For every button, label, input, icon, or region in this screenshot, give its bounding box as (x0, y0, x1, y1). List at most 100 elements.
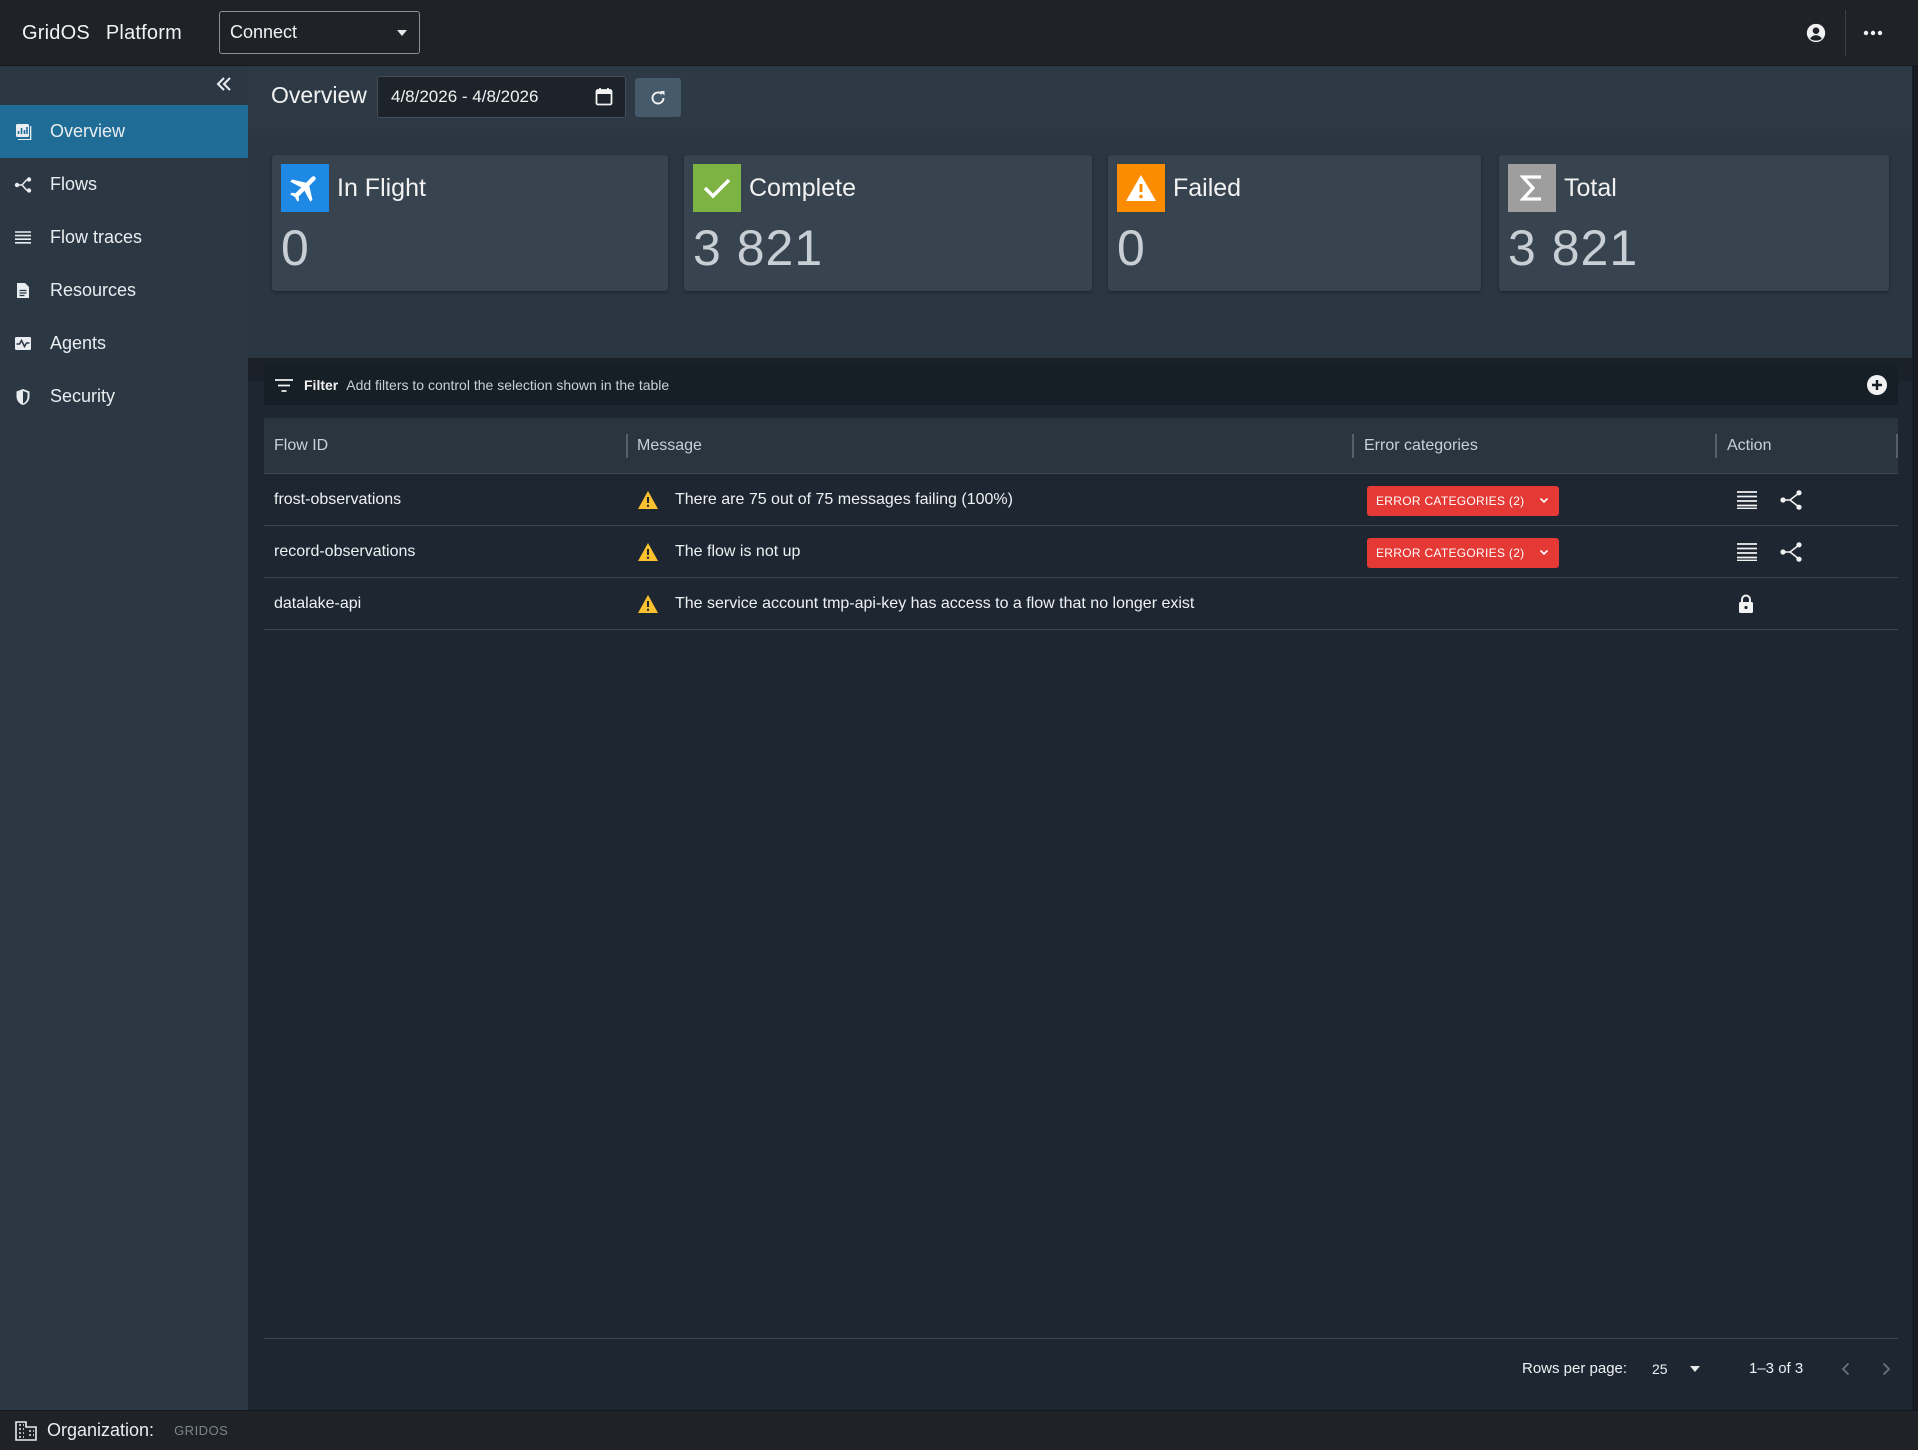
table-row[interactable]: record-observations The flow is not up E… (264, 526, 1898, 578)
overview-toolbar: Overview 4/8/2026 - 4/8/2026 (248, 66, 1912, 129)
sidebar-item-label: Security (50, 386, 116, 406)
flows-table: Flow ID Message Error categories Action … (264, 418, 1898, 630)
toolbar-divider (1845, 10, 1846, 56)
brand-name: GridOS (22, 21, 90, 44)
stat-label: In Flight (337, 174, 426, 202)
list-icon (14, 229, 32, 247)
filter-title: Filter (304, 377, 339, 393)
collapse-sidebar-icon[interactable] (212, 72, 236, 96)
column-header-error-categories[interactable]: Error categories (1364, 418, 1478, 474)
app-selector-value: Connect (230, 22, 298, 42)
view-flow-icon[interactable] (1778, 539, 1804, 565)
brand-suffix: Platform (105, 21, 182, 44)
sidebar-item-label: Flow traces (50, 227, 143, 247)
next-page-icon[interactable] (1872, 1355, 1900, 1383)
chevron-down-icon (1539, 547, 1549, 557)
view-traces-icon[interactable] (1734, 539, 1760, 565)
flow-id-cell[interactable]: datalake-api (274, 578, 361, 630)
app-selector[interactable]: Connect (219, 11, 420, 54)
error-categories-label: ERROR CATEGORIES (2) (1376, 546, 1525, 560)
airplane-icon (281, 164, 329, 212)
column-resizer[interactable] (1352, 434, 1354, 458)
pagination: Rows per page: 25 1–3 of 3 (264, 1339, 1898, 1400)
sidebar-item-label: Flows (50, 174, 98, 194)
flows-icon (14, 176, 32, 194)
table-header: Flow ID Message Error categories Action (264, 418, 1898, 474)
message-text: There are 75 out of 75 messages failing … (675, 491, 1013, 508)
sidebar-item-label: Resources (50, 280, 137, 300)
stat-card-complete[interactable]: Complete 3 821 (684, 155, 1092, 291)
view-traces-icon[interactable] (1734, 487, 1760, 513)
brand[interactable]: GridOS Platform (22, 0, 182, 66)
sidebar-item-overview[interactable]: Overview (0, 105, 248, 158)
dropdown-arrow-icon (1690, 1366, 1700, 1372)
check-icon (693, 164, 741, 212)
sidebar-nav: Overview Flows Flow traces Resources Age… (0, 105, 248, 423)
rows-per-page-label: Rows per page: (1522, 1360, 1628, 1377)
column-resizer[interactable] (626, 434, 628, 458)
calendar-icon[interactable] (595, 87, 613, 106)
organization-value[interactable]: GRIDOS (174, 1423, 228, 1438)
warning-icon (637, 542, 659, 562)
message-cell: The flow is not up (637, 526, 800, 578)
stat-value: 0 (281, 220, 310, 276)
monitor-icon (14, 335, 32, 353)
sidebar-item-security[interactable]: Security (0, 370, 248, 423)
sidebar-item-resources[interactable]: Resources (0, 264, 248, 317)
warning-icon (637, 594, 659, 614)
filter-bar: Filter Add filters to control the select… (264, 365, 1898, 405)
column-resizer[interactable] (1896, 434, 1898, 458)
refresh-button[interactable] (635, 78, 681, 117)
sidebar-item-flow-traces[interactable]: Flow traces (0, 211, 248, 264)
stat-value: 3 821 (1508, 220, 1639, 276)
chevron-down-icon (1539, 495, 1549, 505)
dropdown-arrow-icon (397, 30, 407, 36)
view-flow-icon[interactable] (1778, 487, 1804, 513)
filter-hint: Add filters to control the selection sho… (346, 377, 670, 393)
column-resizer[interactable] (1715, 434, 1717, 458)
filter-icon[interactable] (274, 375, 294, 395)
lock-icon[interactable] (1733, 591, 1759, 617)
add-filter-icon[interactable] (1866, 374, 1888, 396)
flow-id-cell[interactable]: record-observations (274, 526, 415, 578)
stat-card-total[interactable]: Total 3 821 (1499, 155, 1889, 291)
stat-label: Total (1564, 174, 1617, 202)
scrollbar[interactable] (1912, 66, 1918, 1410)
warning-icon (1117, 164, 1165, 212)
rows-per-page-select[interactable]: 25 (1652, 1356, 1708, 1382)
flow-id-cell[interactable]: frost-observations (274, 474, 401, 526)
sidebar: Overview Flows Flow traces Resources Age… (0, 66, 248, 1410)
stat-value: 0 (1117, 220, 1146, 276)
column-header-action[interactable]: Action (1727, 418, 1771, 474)
table-row[interactable]: frost-observations There are 75 out of 7… (264, 474, 1898, 526)
previous-page-icon[interactable] (1832, 1355, 1860, 1383)
pagination-range: 1–3 of 3 (1749, 1360, 1804, 1377)
date-range-value: 4/8/2026 - 4/8/2026 (391, 87, 539, 106)
sidebar-item-label: Agents (50, 333, 107, 353)
message-cell: There are 75 out of 75 messages failing … (637, 474, 1013, 526)
message-text: The flow is not up (675, 543, 801, 560)
column-header-message[interactable]: Message (637, 418, 702, 474)
stat-value: 3 821 (693, 220, 824, 276)
stat-card-failed[interactable]: Failed 0 (1108, 155, 1481, 291)
table-row[interactable]: datalake-api The service account tmp-api… (264, 578, 1898, 630)
message-text: The service account tmp-api-key has acce… (675, 595, 1195, 612)
message-cell: The service account tmp-api-key has acce… (637, 578, 1194, 630)
top-bar: GridOS Platform Connect (0, 0, 1918, 66)
error-categories-button[interactable]: ERROR CATEGORIES (2) (1367, 538, 1559, 568)
warning-icon (637, 490, 659, 510)
sidebar-item-flows[interactable]: Flows (0, 158, 248, 211)
column-header-flow-id[interactable]: Flow ID (274, 418, 328, 474)
sidebar-item-agents[interactable]: Agents (0, 317, 248, 370)
error-categories-label: ERROR CATEGORIES (2) (1376, 494, 1525, 508)
error-categories-button[interactable]: ERROR CATEGORIES (2) (1367, 486, 1559, 516)
more-menu-icon[interactable] (1857, 17, 1889, 49)
sigma-icon (1508, 164, 1556, 212)
account-icon[interactable] (1800, 17, 1832, 49)
date-range-input[interactable]: 4/8/2026 - 4/8/2026 (377, 76, 626, 118)
stat-card-in-flight[interactable]: In Flight 0 (272, 155, 668, 291)
page-title: Overview (271, 82, 367, 108)
organization-label: Organization: (47, 1420, 155, 1440)
document-icon (14, 282, 32, 300)
overview-icon (14, 123, 32, 141)
